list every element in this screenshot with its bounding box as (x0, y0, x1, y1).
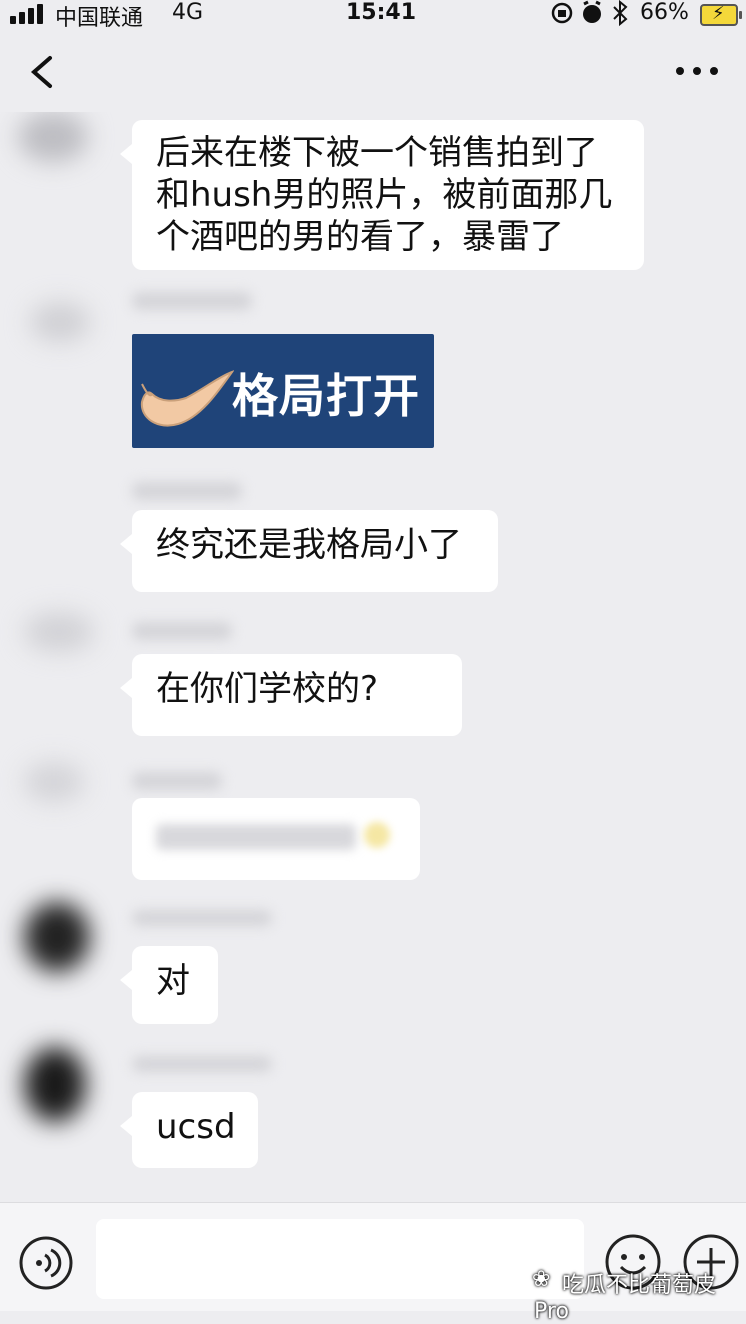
status-bar: 中国联通 4G 15:41 66% ⚡ (0, 0, 746, 31)
sticker-image[interactable]: 格局打开 (132, 334, 434, 448)
message-bubble[interactable]: 在你们学校的? (120, 654, 462, 736)
message-bubble[interactable]: 终究还是我格局小了 (120, 510, 498, 592)
message-input[interactable] (96, 1219, 584, 1299)
sticker-caption: 格局打开 (232, 369, 420, 423)
voice-icon[interactable] (18, 1235, 74, 1291)
message-list[interactable]: 后来在楼下被一个销售拍到了 和hush男的照片，被前面那几 个酒吧的男的看了，暴… (0, 112, 746, 1202)
battery-icon: ⚡ (700, 3, 742, 26)
more-button[interactable] (672, 60, 722, 82)
signal-icon (10, 4, 46, 24)
blurred-text (156, 824, 356, 850)
sender-name (132, 482, 242, 500)
chat-header (0, 30, 746, 112)
sender-name (132, 1056, 272, 1072)
message-bubble[interactable]: 后来在楼下被一个销售拍到了 和hush男的照片，被前面那几 个酒吧的男的看了，暴… (120, 120, 644, 270)
status-icons (551, 0, 628, 26)
back-button[interactable] (22, 48, 62, 92)
sender-name (132, 622, 232, 640)
clock: 15:41 (346, 0, 417, 25)
message-bubble[interactable] (132, 798, 420, 880)
avatar (18, 112, 88, 162)
sender-name (132, 910, 272, 926)
avatar (24, 762, 84, 802)
message-bubble[interactable]: 对 (120, 946, 218, 1024)
avatar (30, 302, 90, 342)
network-label: 4G (172, 0, 204, 25)
avatar (24, 1047, 86, 1122)
wechat-official-account-icon: ❀ (532, 1267, 551, 1292)
avatar (24, 902, 90, 972)
hand-icon (140, 370, 234, 427)
bluetooth-icon (613, 0, 628, 26)
input-bar: ❀ 吃瓜不比葡萄皮Pro (0, 1202, 746, 1324)
orientation-lock-icon (551, 2, 573, 24)
carrier-label: 中国联通 (55, 6, 144, 31)
sender-name (132, 772, 222, 790)
emoji-icon (364, 822, 390, 848)
battery-percent: 66% (640, 0, 689, 25)
sender-name (132, 292, 252, 310)
avatar (24, 612, 94, 652)
message-bubble[interactable]: ucsd (120, 1092, 258, 1168)
watermark-text: 吃瓜不比葡萄皮Pro (534, 1273, 717, 1324)
watermark: ❀ 吃瓜不比葡萄皮Pro (532, 1267, 746, 1324)
alarm-icon (583, 0, 601, 23)
